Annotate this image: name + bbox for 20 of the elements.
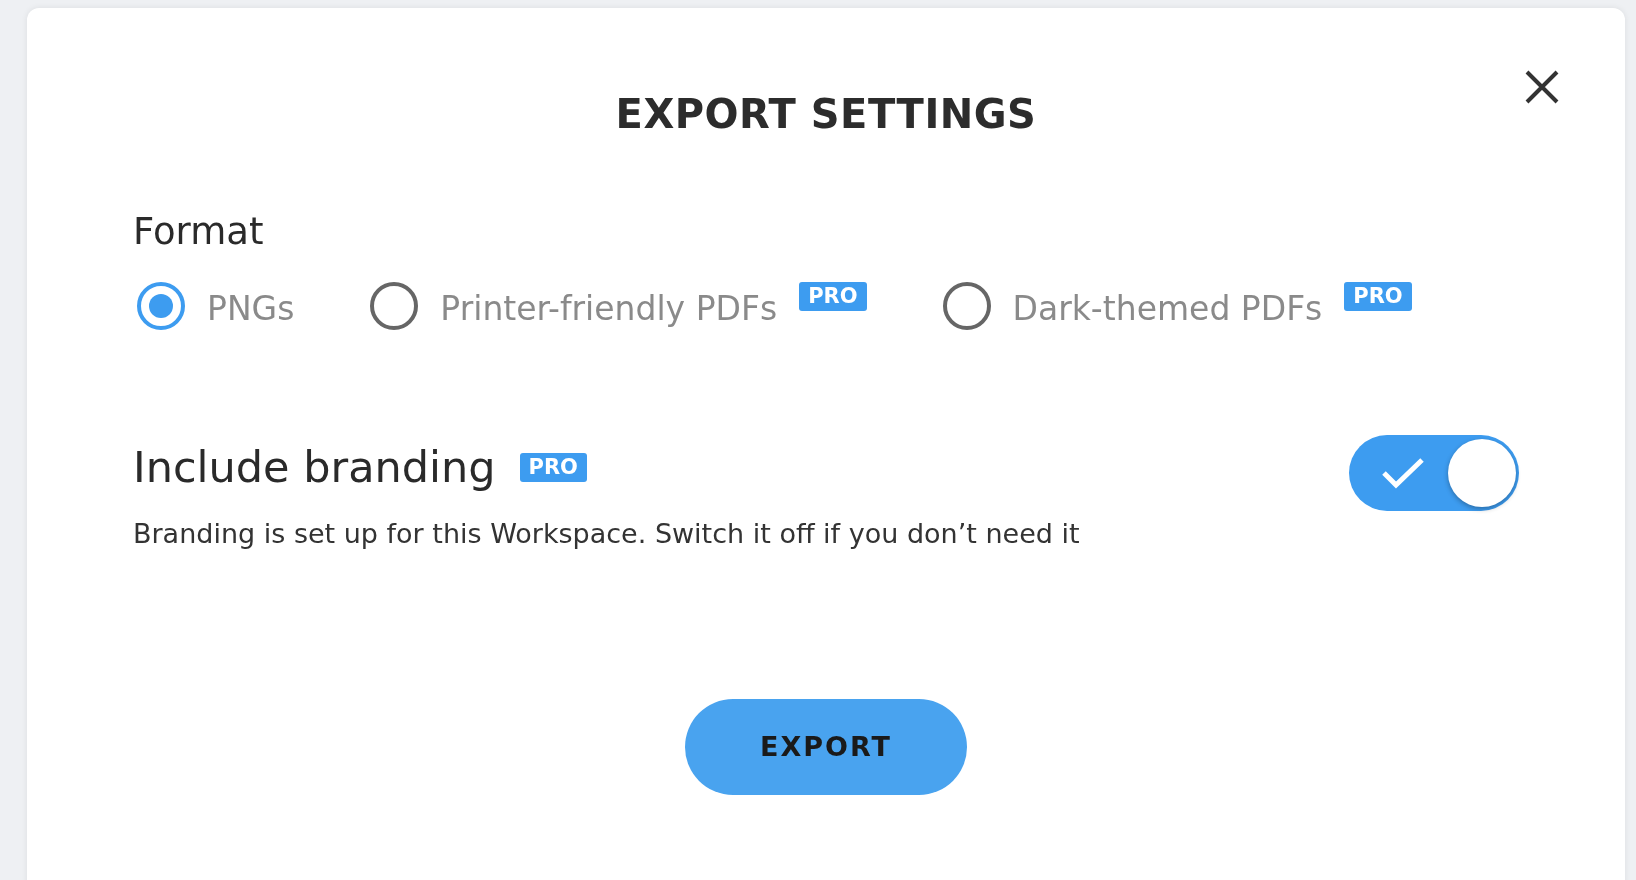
option-label: PNGs	[207, 287, 295, 330]
dialog-title: EXPORT SETTINGS	[614, 90, 1038, 138]
radio-option[interactable]: Dark-themed PDFs	[942, 281, 1323, 333]
pro-badge: PRO	[799, 281, 867, 311]
radio-option[interactable]: Printer-friendly PDFs	[370, 281, 778, 333]
pro-badge: PRO	[1344, 281, 1412, 311]
description-text: Branding is set up for this Workspace. Switch it off if you don’t need it	[133, 516, 1080, 551]
option-label: Dark-themed PDFs	[1012, 287, 1323, 330]
radio-option[interactable]: PNGs	[137, 281, 295, 333]
section-label: Include branding	[133, 441, 496, 494]
option-label: Printer-friendly PDFs	[440, 287, 778, 330]
pro-badge: PRO	[519, 452, 587, 482]
section-label: Format	[133, 209, 265, 255]
radio-button[interactable]	[942, 281, 991, 330]
radio-button[interactable]	[137, 281, 185, 330]
close-button[interactable]	[1523, 68, 1561, 106]
radio-button[interactable]	[370, 281, 419, 330]
close-icon	[1523, 68, 1561, 106]
check-icon	[1381, 456, 1425, 490]
export-button[interactable]: EXPORT	[685, 699, 967, 795]
